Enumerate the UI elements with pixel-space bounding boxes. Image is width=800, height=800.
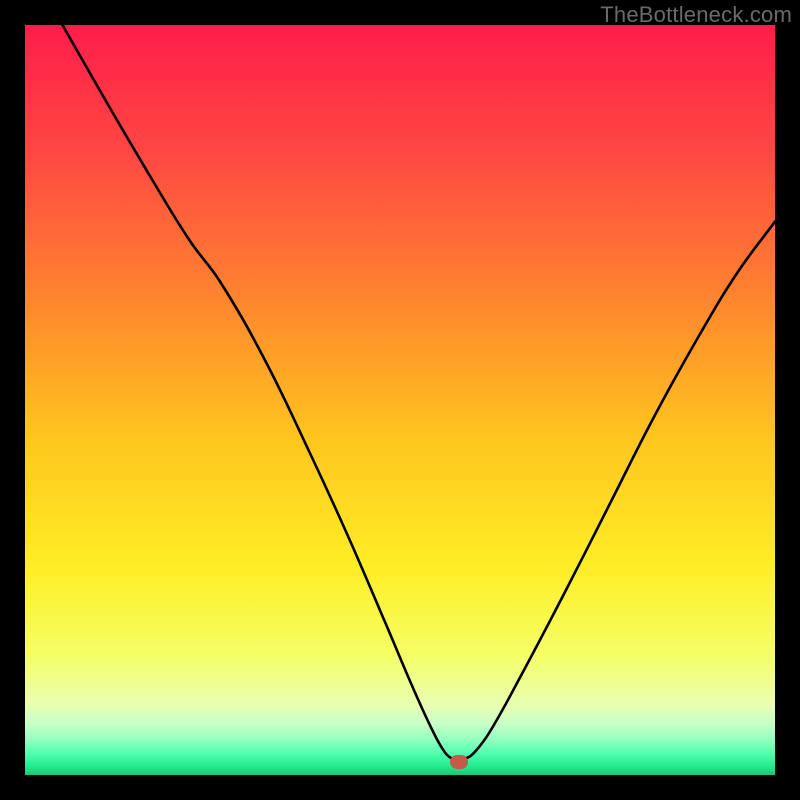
optimal-point-marker [450,755,468,769]
plot-area [25,25,775,775]
heat-gradient [25,25,775,775]
chart-frame: TheBottleneck.com [0,0,800,800]
